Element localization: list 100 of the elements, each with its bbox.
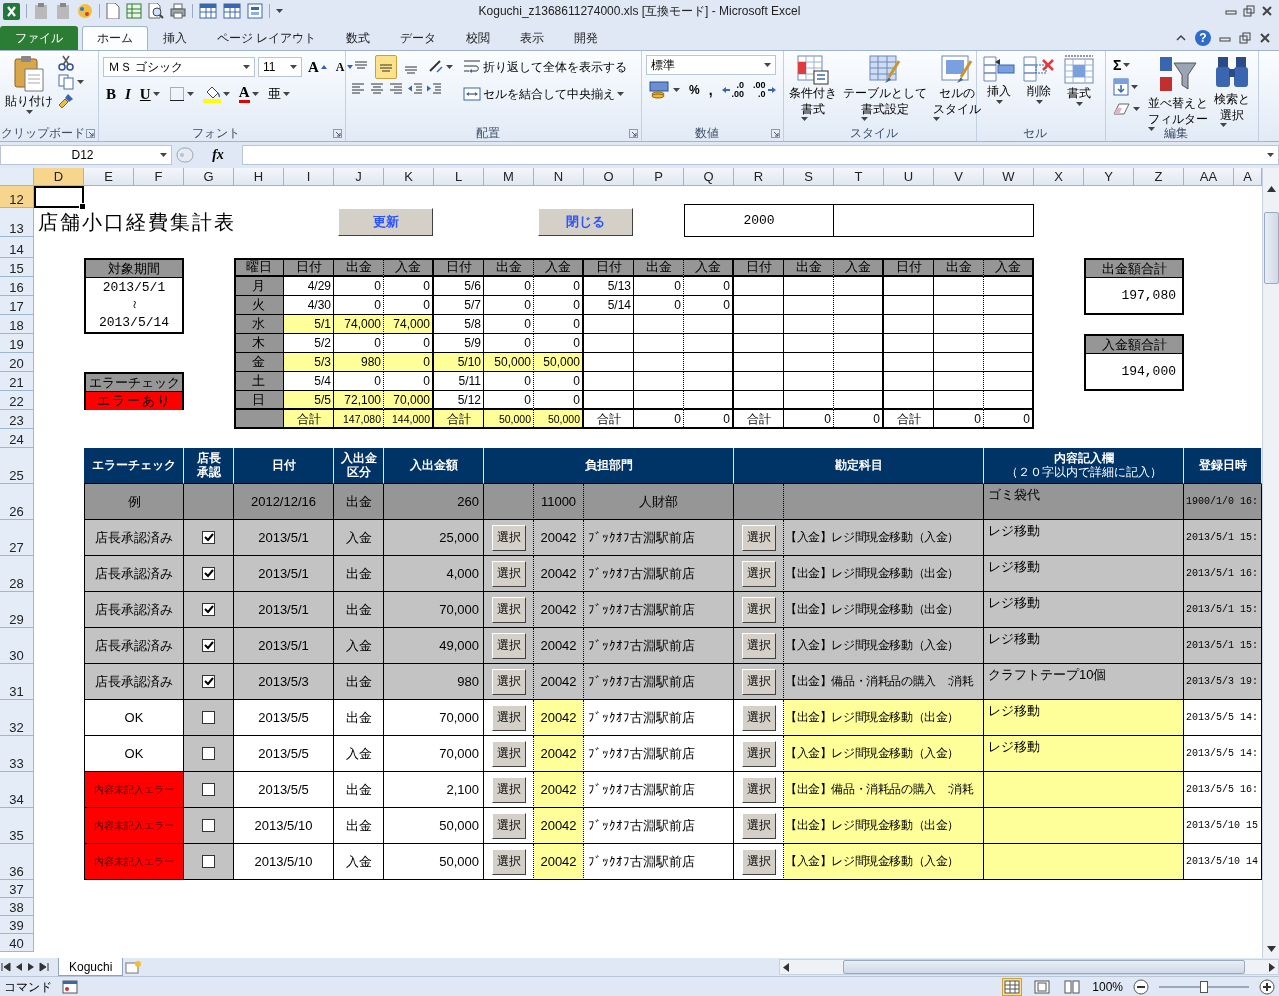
row-header[interactable]: 12 [0,186,34,208]
percent-button[interactable]: % [686,78,703,102]
style-button[interactable]: テーブルとして 書式設定 [842,55,928,125]
ribbon-tab[interactable]: データ [385,26,452,50]
select-button[interactable]: 選択 [741,704,776,731]
select-button[interactable]: 選択 [741,632,776,659]
column-header[interactable]: R [734,168,784,186]
font-size-field[interactable]: 11 [258,57,302,77]
selected-cell[interactable] [34,186,84,208]
row-header[interactable]: 25 [0,448,34,484]
zoom-slider[interactable] [1159,980,1249,994]
ribbon-tab[interactable]: ページ レイアウト [202,26,332,50]
function-button[interactable]: fx [198,147,238,163]
comma-button[interactable]: , [705,78,716,102]
select-button[interactable]: 選択 [491,704,526,731]
magnifier-icon[interactable] [148,3,164,19]
row-header[interactable]: 31 [0,664,34,700]
approval-checkbox[interactable] [202,567,215,580]
view-button[interactable] [1032,978,1053,996]
align-right-icon[interactable] [388,82,404,96]
column-header[interactable]: L [434,168,484,186]
style-button[interactable]: セルの スタイル [932,55,982,125]
row-header[interactable]: 14 [0,237,34,258]
ribbon-tab[interactable]: 校閲 [451,26,506,50]
column-header[interactable]: E [84,168,134,186]
column-header[interactable]: V [934,168,984,186]
scroll-thumb[interactable] [843,960,1245,974]
up-arrow-icon[interactable] [1266,186,1276,192]
view-button[interactable] [1062,978,1083,996]
table-icon[interactable] [223,3,241,19]
column-header[interactable]: Z [1134,168,1184,186]
column-header[interactable]: P [634,168,684,186]
approval-checkbox[interactable] [202,675,215,688]
select-button[interactable]: 選択 [741,524,776,551]
row-header[interactable]: 24 [0,429,34,448]
approval-checkbox[interactable] [202,855,215,868]
row-header[interactable]: 34 [0,772,34,808]
select-button[interactable]: 選択 [491,848,526,875]
clipboard-icon[interactable] [55,3,71,19]
autosum-button[interactable]: Σ [1110,55,1143,75]
brush-icon[interactable] [58,93,74,109]
select-button[interactable]: 選択 [741,776,776,803]
dialog-launcher-icon[interactable] [86,129,95,138]
ribbon-tab[interactable]: ホーム [82,26,148,50]
column-header[interactable]: J [334,168,384,186]
row-header[interactable]: 29 [0,592,34,628]
record-macro-icon[interactable] [62,980,78,994]
column-header[interactable]: G [184,168,234,186]
row-header[interactable]: 23 [0,410,34,429]
cells-button[interactable]: 削除 [1021,55,1057,125]
row-header[interactable]: 26 [0,484,34,520]
down-arrow-icon[interactable] [1266,946,1276,952]
approval-checkbox[interactable] [202,783,215,796]
select-button[interactable]: 選択 [491,524,526,551]
column-header[interactable]: W [984,168,1034,186]
slider-thumb[interactable] [1200,981,1208,993]
select-button[interactable]: 選択 [491,596,526,623]
copy-icon[interactable] [58,74,74,90]
row-header[interactable]: 38 [0,898,34,916]
cells-button[interactable]: 挿入 [981,55,1017,125]
approval-checkbox[interactable] [202,639,215,652]
zoom-out-icon[interactable] [1133,979,1149,995]
select-button[interactable]: 選択 [741,560,776,587]
column-header[interactable]: M [484,168,534,186]
column-header[interactable]: A [1234,168,1262,186]
select-button[interactable]: 選択 [491,632,526,659]
column-header[interactable]: O [584,168,634,186]
row-header[interactable]: 35 [0,808,34,844]
dialog-launcher-icon[interactable] [333,129,342,138]
restore-icon[interactable] [1239,32,1251,44]
approval-checkbox[interactable] [202,711,215,724]
row-header[interactable]: 18 [0,315,34,334]
formula-input[interactable] [242,145,1279,165]
row-header[interactable]: 30 [0,628,34,664]
dialog-launcher-icon[interactable] [629,129,638,138]
restore-icon[interactable] [1243,5,1255,17]
increase-decimal-button[interactable]: .0 .00 [718,78,748,102]
row-header[interactable]: 19 [0,334,34,353]
macro-button[interactable]: 更新 [338,208,433,236]
phonetic-button[interactable]: 亜 [264,82,293,106]
row-header[interactable]: 17 [0,296,34,315]
indent-decrease-icon[interactable] [407,82,423,96]
column-header[interactable]: T [834,168,884,186]
approval-checkbox[interactable] [202,531,215,544]
palette-icon[interactable] [77,3,93,19]
select-button[interactable]: 選択 [491,560,526,587]
row-header[interactable]: 16 [0,277,34,296]
approval-checkbox[interactable] [202,603,215,616]
column-header[interactable]: Q [684,168,734,186]
column-header[interactable]: X [1034,168,1084,186]
column-header[interactable]: D [34,168,84,186]
horizontal-scrollbar[interactable] [779,959,1279,975]
select-button[interactable]: 選択 [741,668,776,695]
zoom-level[interactable]: 100% [1092,980,1123,994]
column-header[interactable]: U [884,168,934,186]
font-color-button[interactable]: A [235,82,262,106]
printer-icon[interactable] [170,3,186,19]
edit-button[interactable]: 並べ替えと フィルター [1147,55,1209,125]
macro-button[interactable]: 閉じる [538,208,633,236]
left-arrow-icon[interactable] [783,962,789,972]
